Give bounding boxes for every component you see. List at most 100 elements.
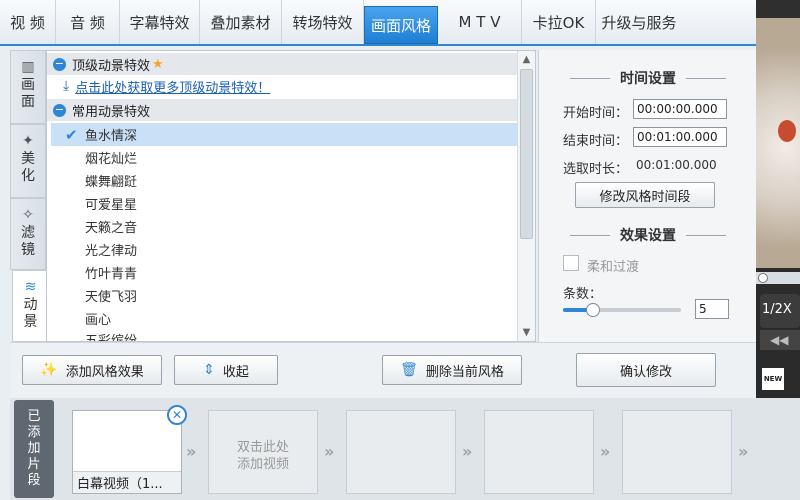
add-video-hint-line: 双击此处: [236, 440, 289, 455]
add-style-button[interactable]: ✨ 添加风格效果: [22, 355, 162, 385]
list-item[interactable]: 画心: [47, 307, 515, 330]
side-tab-label: 滤镜: [21, 225, 35, 258]
side-tab-picture[interactable]: ▥ 画面: [10, 50, 46, 124]
list-item-label: 画心: [85, 313, 112, 328]
clip-caption: 白幕视频（1...: [73, 471, 181, 493]
collapse-icon[interactable]: −: [53, 103, 66, 117]
timeline-label-text: 已添加片段: [27, 409, 41, 488]
delete-style-label: 删除当前风格: [425, 364, 504, 380]
settings-panel: 时间设置 开始时间： 结束时间： 选取时长： 00:01:00.000 修改风格…: [538, 50, 756, 342]
side-tab-motion[interactable]: ≋ 动景: [12, 270, 48, 342]
side-tabs: ▥ 画面 ✦ 美化 ✧ 滤镜 ≋ 动景: [10, 50, 48, 342]
side-tab-label: 美化: [21, 151, 35, 184]
clip-slot-empty[interactable]: [346, 410, 456, 494]
list-item-label: 鱼水情深: [85, 129, 138, 144]
chevron-right-icon: »: [324, 442, 335, 461]
clip-slot-empty[interactable]: [484, 410, 594, 494]
trash-icon: 🗑: [400, 362, 418, 378]
smooth-transition-checkbox[interactable]: [563, 255, 579, 271]
list-item-label: 天籁之音: [85, 221, 138, 236]
list-scrollbar[interactable]: ▲ ▼: [517, 51, 535, 341]
chevron-right-icon: »: [738, 442, 749, 461]
list-item[interactable]: 烟花灿烂: [47, 146, 515, 169]
tab-overlay-materials[interactable]: 叠加素材: [200, 0, 282, 44]
tab-subtitle-effects[interactable]: 字幕特效: [120, 0, 200, 44]
filter-wand-icon: ✧: [22, 207, 34, 223]
list-item-label: 蝶舞翩跹: [85, 175, 138, 190]
timeline-label: 已添加片段: [14, 400, 54, 498]
new-icon[interactable]: NEW: [762, 368, 784, 390]
duration-label: 选取时长：: [563, 162, 629, 177]
wave-icon: ≋: [24, 279, 37, 295]
count-slider-knob[interactable]: [585, 303, 600, 317]
clip-1[interactable]: 白幕视频（1... ✕: [72, 405, 187, 494]
film-strip-icon: ▥: [21, 59, 35, 75]
list-item-label: 天使飞羽: [85, 290, 138, 305]
list-item[interactable]: ✔ 鱼水情深: [51, 123, 519, 146]
collapse-label: 收起: [222, 364, 249, 380]
section-title: 常用动景特效: [72, 104, 151, 120]
section-common-effects[interactable]: − 常用动景特效: [47, 99, 519, 121]
smooth-transition-label: 柔和过渡: [587, 260, 640, 275]
chevron-right-icon: »: [600, 442, 611, 461]
side-tab-beautify[interactable]: ✦ 美化: [10, 124, 46, 198]
chevron-right-icon: »: [186, 442, 197, 461]
list-item[interactable]: 天籁之音: [47, 215, 515, 238]
add-video-hint-line: 添加视频: [236, 457, 289, 472]
section-top-effects[interactable]: − 顶级动景特效 ★: [47, 53, 519, 75]
list-item[interactable]: 五彩缤纷: [47, 330, 515, 341]
collapse-icon[interactable]: −: [53, 57, 66, 71]
side-tab-label: 画面: [21, 77, 35, 110]
rewind-button[interactable]: ◀◀: [760, 330, 800, 350]
chevron-right-icon: »: [462, 442, 473, 461]
collapse-button[interactable]: ⇕ 收起: [174, 355, 278, 385]
tab-karaoke[interactable]: 卡拉OK: [522, 0, 596, 44]
count-input[interactable]: [695, 299, 729, 319]
scroll-up-icon[interactable]: ▲: [518, 51, 535, 68]
side-tab-filter[interactable]: ✧ 滤镜: [10, 198, 46, 270]
start-time-input[interactable]: [633, 99, 727, 119]
download-more-link[interactable]: 点击此处获取更多顶级动景特效！: [75, 77, 270, 96]
tab-upgrade-service[interactable]: 升级与服务: [596, 0, 682, 44]
clip-slot-empty[interactable]: 双击此处 添加视频: [208, 410, 318, 494]
tab-transition-effects[interactable]: 转场特效: [282, 0, 364, 44]
scroll-thumb[interactable]: [520, 69, 533, 239]
check-icon: ✔: [65, 125, 78, 144]
preview-progress-knob[interactable]: [758, 273, 768, 283]
end-time-input[interactable]: [633, 127, 727, 147]
action-bar: ✨ 添加风格效果 ⇕ 收起 🗑 删除当前风格 确认修改: [10, 342, 756, 398]
modify-time-button[interactable]: 修改风格时间段: [575, 182, 715, 208]
tab-picture-style[interactable]: 画面风格: [364, 6, 438, 44]
list-item[interactable]: 天使飞羽: [47, 284, 515, 307]
side-tab-label: 动景: [23, 297, 38, 330]
list-item[interactable]: 竹叶青青: [47, 261, 515, 284]
effect-settings-title: 效果设置: [539, 225, 757, 245]
scroll-down-icon[interactable]: ▼: [518, 324, 535, 341]
count-slider[interactable]: [563, 303, 681, 317]
tab-mtv[interactable]: M T V: [438, 0, 522, 44]
rewind-icon: ◀◀: [770, 333, 789, 347]
download-icon: ⤓: [63, 78, 70, 94]
tab-video[interactable]: 视 频: [0, 0, 56, 44]
list-item-label: 可爱星星: [85, 198, 138, 213]
end-time-label: 结束时间：: [563, 134, 629, 149]
list-item-label: 光之律动: [85, 244, 138, 259]
list-item[interactable]: 可爱星星: [47, 192, 515, 215]
add-video-hint: 双击此处 添加视频: [209, 439, 317, 473]
confirm-modify-button[interactable]: 确认修改: [576, 353, 716, 387]
tab-audio[interactable]: 音 频: [56, 0, 120, 44]
add-style-label: 添加风格效果: [65, 364, 144, 380]
close-icon[interactable]: ✕: [167, 405, 187, 425]
list-item-label: 竹叶青青: [85, 267, 138, 282]
count-label: 条数：: [563, 287, 603, 302]
list-item-label: 五彩缤纷: [85, 330, 137, 341]
time-settings-title: 时间设置: [539, 68, 757, 88]
magic-wand-icon: ✨: [40, 362, 58, 378]
speed-label: 1/2X: [762, 302, 792, 317]
delete-style-button[interactable]: 🗑 删除当前风格: [382, 355, 522, 385]
download-row[interactable]: ⤓ 点击此处获取更多顶级动景特效！: [47, 75, 519, 97]
start-time-label: 开始时间：: [563, 106, 629, 121]
list-item[interactable]: 蝶舞翩跹: [47, 169, 515, 192]
list-item[interactable]: 光之律动: [47, 238, 515, 261]
clip-slot-empty[interactable]: [622, 410, 732, 494]
